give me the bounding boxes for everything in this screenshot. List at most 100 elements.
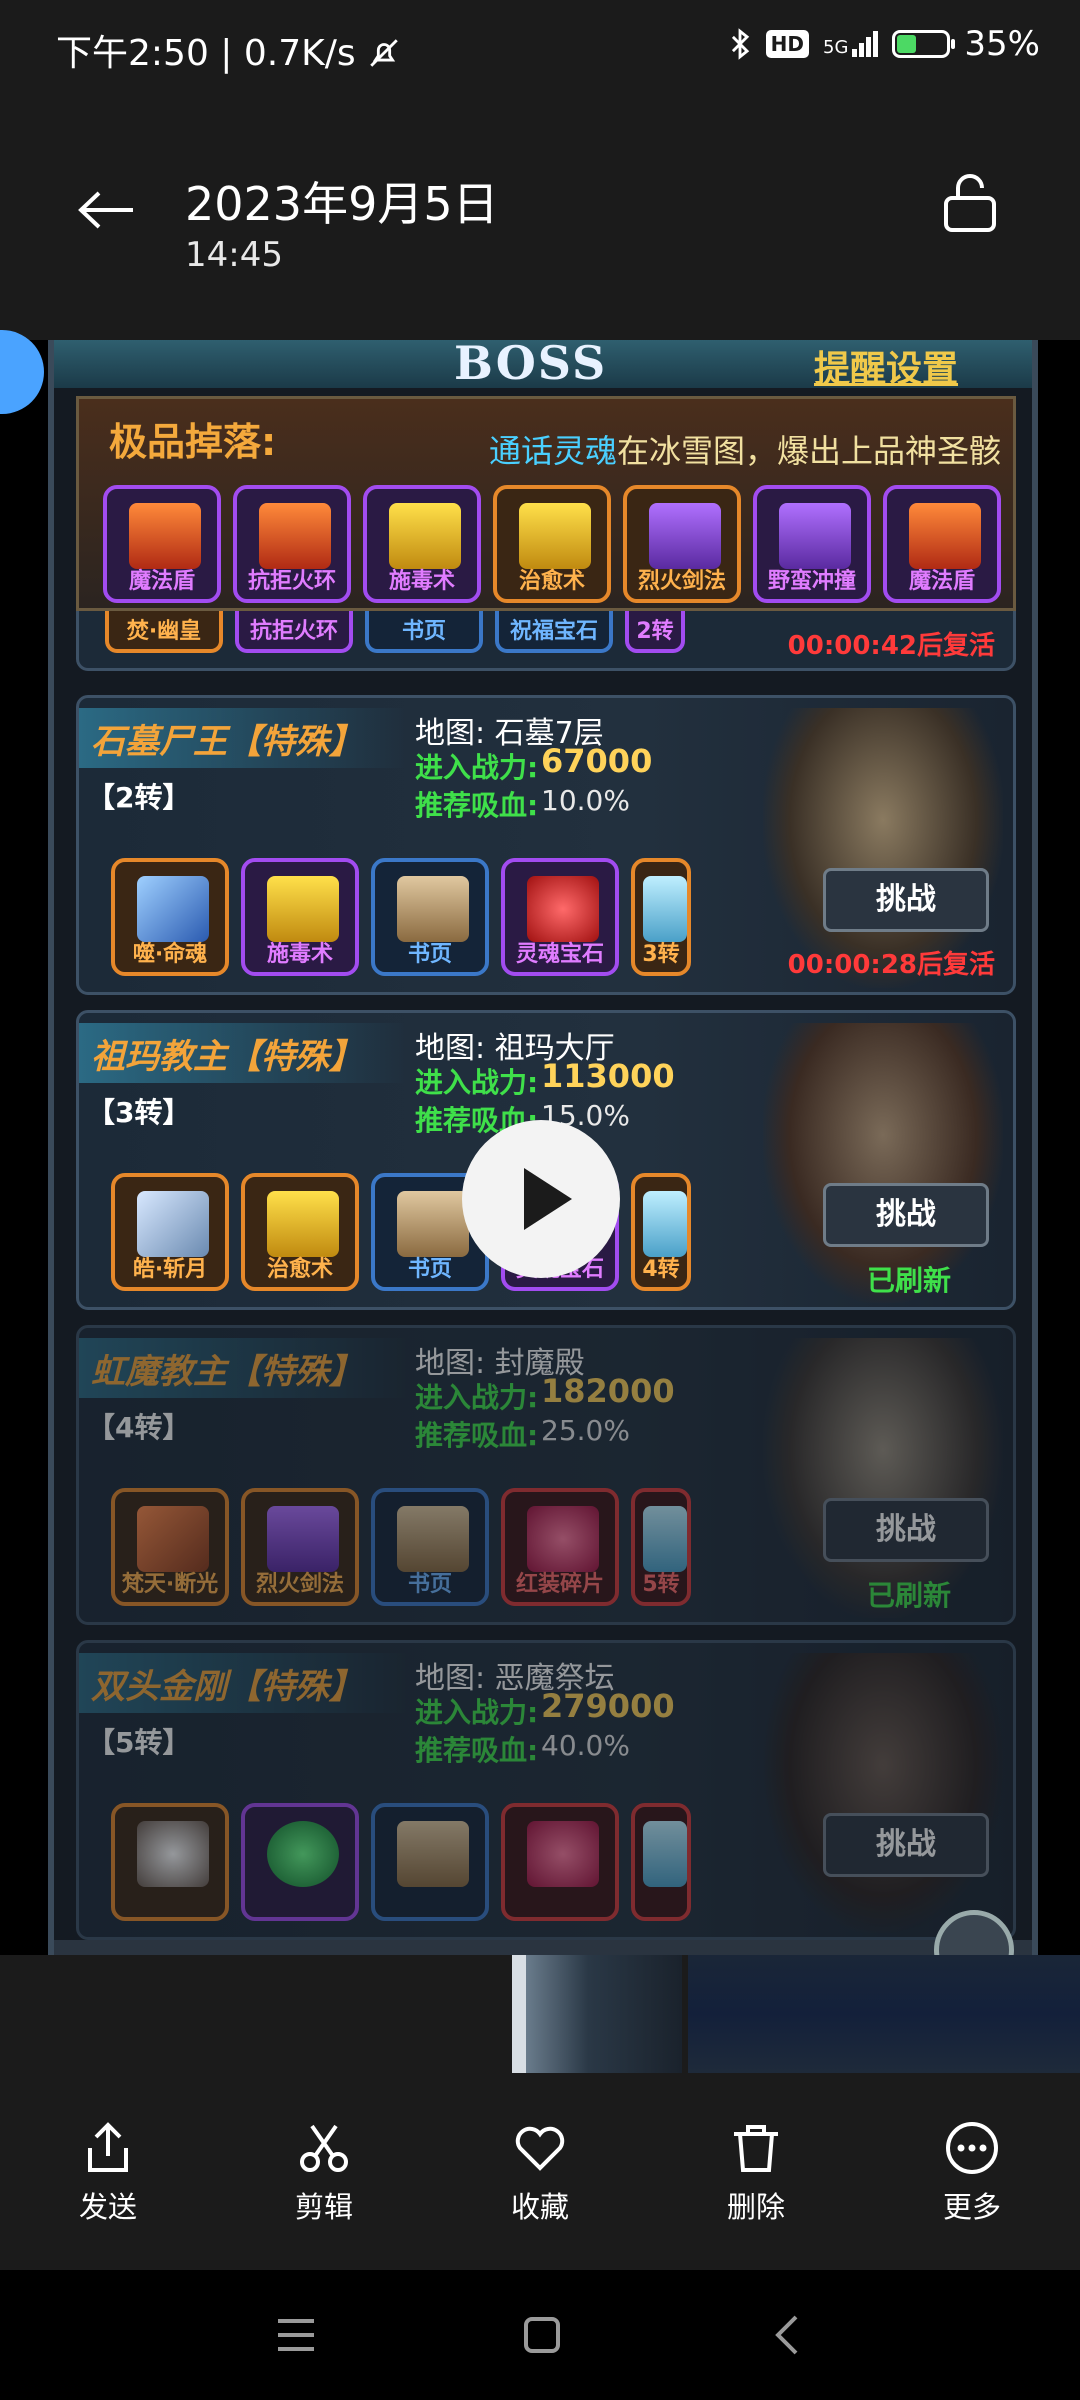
lifesteal-value: 40.0% [541,1729,630,1762]
viewer-header [0,100,1080,340]
reward-item[interactable] [631,1803,691,1921]
game-boss-title: BOSS [454,340,608,390]
loot-item[interactable]: 野蛮冲撞 [753,485,871,603]
reward-item[interactable]: 焚·幽皇 [105,611,223,653]
reward-item[interactable]: 书页 [371,1488,489,1606]
battery-percent: 35% [964,24,1040,64]
challenge-button[interactable]: 挑战 [823,1813,989,1877]
lifesteal-value: 10.0% [541,784,630,817]
lifesteal-value: 25.0% [541,1414,630,1447]
ticker-highlight: 通话灵魂 [489,432,618,470]
trash-icon [734,2125,778,2172]
lifesteal-label: 推荐吸血: [415,789,539,822]
ticker-text: 在冰雪图，爆出上品神圣骸 [617,432,1002,470]
reward-item[interactable] [371,1803,489,1921]
challenge-button[interactable]: 挑战 [823,868,989,932]
reward-item[interactable]: 皓·斩月 [111,1173,229,1291]
network-type: 5G [823,37,849,58]
loot-item[interactable]: 抗拒火环 [233,485,351,603]
boss-card: 石墓尸王【特殊】 【2转】 地图: 石墓7层 进入战力: 67000 推荐吸血:… [76,695,1016,995]
more-button[interactable]: 更多 [912,2120,1032,2226]
thumbnail-next[interactable] [688,1955,1080,2073]
reward-item[interactable]: 噬·命魂 [111,858,229,976]
reward-item[interactable]: 红装碎片 [501,1488,619,1606]
lifesteal-label: 推荐吸血: [415,1734,539,1767]
refreshed-status: 已刷新 [867,1264,952,1297]
reward-item[interactable]: 烈火剑法 [241,1488,359,1606]
share-icon [88,2122,128,2172]
respawn-timer: 00:00:42后复活 [787,631,995,661]
status-text: 下午2:50 | 0.7K/s [56,33,356,74]
reward-item[interactable]: 治愈术 [241,1173,359,1291]
recents-button[interactable] [274,2313,318,2357]
boss-name: 石墓尸王【特殊】 [91,722,363,762]
loot-item[interactable]: 烈火剑法 [623,485,741,603]
reward-item[interactable]: 5转 [631,1488,691,1606]
chevron-left-icon [775,2315,798,2355]
status-time-speed: 下午2:50 | 0.7K/s [56,24,401,76]
boss-name: 祖玛教主【特殊】 [91,1037,363,1077]
boss-portrait [763,1653,1003,1933]
boss-name: 虹魔教主【特殊】 [91,1352,363,1392]
reward-item[interactable]: 灵魂宝石 [501,858,619,976]
bluetooth-icon [731,28,749,60]
lifesteal-label: 推荐吸血: [415,1419,539,1452]
menu-icon [278,2319,314,2351]
action-label: 删除 [726,2190,785,2224]
back-arrow-icon [78,191,133,229]
reward-item[interactable] [111,1803,229,1921]
home-square-icon [524,2317,560,2353]
edit-button[interactable]: 剪辑 [264,2120,384,2226]
favorite-button[interactable]: 收藏 [480,2120,600,2226]
reward-item[interactable]: 祝福宝石 [495,611,613,653]
refreshed-status: 已刷新 [867,1579,952,1612]
thumbnail-current[interactable] [512,1955,682,2073]
power-label: 进入战力: [415,1696,539,1729]
status-icons: HD 5G 35% [728,24,1040,64]
reward-item[interactable]: 书页 [365,611,483,653]
play-icon [524,1168,572,1230]
loot-item[interactable]: 魔法盾 [883,485,1001,603]
photo-time: 14:45 [185,235,283,275]
boss-tier: 【5转】 [87,1726,191,1759]
power-value: 67000 [541,742,653,780]
loot-ticker: 通话灵魂在冰雪图，爆出上品神圣骸 [489,426,1001,472]
loot-item[interactable]: 魔法盾 [103,485,221,603]
mute-bell-icon [370,39,398,67]
back-button[interactable] [70,180,140,240]
home-button[interactable] [520,2313,564,2357]
power-value: 182000 [541,1372,675,1410]
scissors-icon [300,2124,348,2172]
reward-item[interactable]: 抗拒火环 [235,611,353,653]
reward-item[interactable]: 2转 [625,611,685,653]
challenge-button[interactable]: 挑战 [823,1183,989,1247]
challenge-button[interactable]: 挑战 [823,1498,989,1562]
game-bottom-tabs [54,1940,1032,1955]
remind-settings-link[interactable]: 提醒设置 [814,340,958,392]
play-button[interactable] [462,1120,620,1278]
action-label: 剪辑 [294,2190,353,2224]
power-label: 进入战力: [415,1066,539,1099]
lock-icon [944,174,996,232]
reward-item[interactable] [501,1803,619,1921]
loot-item[interactable]: 施毒术 [363,485,481,603]
reward-item[interactable]: 梵天·断光 [111,1488,229,1606]
reward-item[interactable]: 3转 [631,858,691,976]
reward-item[interactable]: 4转 [631,1173,691,1291]
send-button[interactable]: 发送 [48,2120,168,2226]
delete-button[interactable]: 删除 [696,2120,816,2226]
action-label: 收藏 [510,2190,569,2224]
nav-back-button[interactable] [766,2313,810,2357]
power-value: 113000 [541,1057,675,1095]
loot-items-row: 魔法盾 抗拒火环 施毒术 治愈术 烈火剑法 野蛮冲撞 魔法盾 [103,485,1001,603]
boss-tier: 【4转】 [87,1411,191,1444]
loot-item[interactable]: 治愈术 [493,485,611,603]
power-label: 进入战力: [415,1381,539,1414]
boss-tier: 【3转】 [87,1096,191,1129]
photo-date: 2023年9月5日 [185,177,499,231]
reward-item[interactable]: 书页 [371,858,489,976]
action-label: 发送 [78,2190,137,2224]
lock-button[interactable] [940,172,1010,244]
reward-item[interactable]: 施毒术 [241,858,359,976]
reward-item[interactable] [241,1803,359,1921]
